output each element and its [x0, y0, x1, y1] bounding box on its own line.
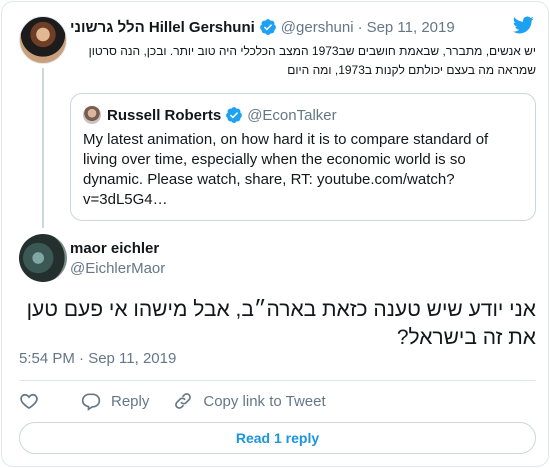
reply-label: Reply — [111, 392, 150, 410]
twitter-bird-icon[interactable] — [510, 14, 536, 36]
thread-line — [42, 68, 44, 228]
copy-link-button[interactable]: Copy link to Tweet — [173, 391, 326, 411]
reply-tweet-text: אני יודע שיש טענה כזאת בארה״ב, אבל מישהו… — [26, 298, 536, 349]
tweet-card: הלל גרשוני Hillel Gershuni @gershuni · S… — [1, 1, 549, 467]
reply-avatar[interactable] — [19, 234, 67, 282]
reply-button[interactable]: Reply — [81, 391, 149, 411]
verified-badge-icon — [259, 19, 276, 35]
like-button[interactable] — [19, 391, 49, 411]
quoted-header: Russell Roberts @EconTalker — [83, 106, 337, 124]
copy-link-label: Copy link to Tweet — [203, 392, 326, 410]
heart-icon — [20, 393, 38, 410]
reply-handle[interactable]: @EichlerMaor — [70, 260, 165, 277]
parent-date[interactable]: Sep 11, 2019 — [367, 19, 455, 36]
quoted-author-name: Russell Roberts — [107, 106, 222, 124]
verified-badge-icon — [226, 107, 243, 123]
reply-timestamp[interactable]: 5:54 PM · Sep 11, 2019 — [19, 350, 176, 367]
parent-header: הלל גרשוני Hillel Gershuni @gershuni · S… — [70, 16, 455, 38]
quoted-avatar — [83, 106, 101, 124]
reply-author-name[interactable]: maor eichler — [70, 240, 159, 257]
action-bar: Reply Copy link to Tweet — [19, 390, 350, 412]
parent-tweet-text: יש אנשים, מתברר, שבאמת חושבים שב1973 המצ… — [88, 44, 536, 77]
divider — [19, 380, 536, 381]
parent-handle[interactable]: @gershuni — [281, 19, 354, 36]
link-icon — [175, 393, 192, 409]
speech-bubble-icon — [81, 393, 101, 411]
parent-author-name[interactable]: הלל גרשוני Hillel Gershuni — [70, 19, 255, 36]
quoted-handle: @EconTalker — [247, 106, 337, 124]
quoted-tweet-text: My latest animation, on how hard it is t… — [83, 131, 489, 208]
parent-avatar[interactable] — [19, 16, 67, 64]
read-replies-button[interactable]: Read 1 reply — [19, 422, 536, 454]
quoted-tweet[interactable]: Russell Roberts @EconTalker My latest an… — [70, 93, 536, 221]
separator-dot: · — [357, 18, 363, 36]
